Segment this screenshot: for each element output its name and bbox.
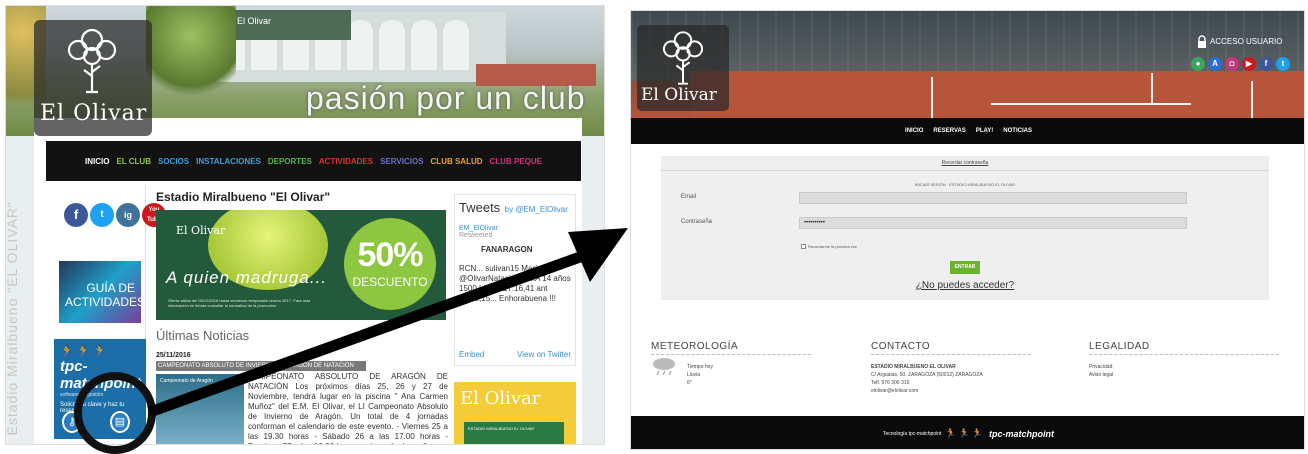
legal-heading: LEGALIDAD — [1089, 341, 1279, 355]
court-line — [1251, 81, 1253, 118]
clay-court-graphic — [691, 71, 1304, 118]
remember-me-label: Recordarme la próxima vez — [808, 244, 857, 249]
legal-links: Privacidad Aviso legal — [1089, 363, 1279, 379]
social-icons: ● A ◘ ▶ f t — [1191, 57, 1290, 71]
court-line — [991, 103, 1191, 105]
footer-brand: tpc-matchpoint — [989, 428, 1054, 439]
contact-line: C/ Argualas, 50. ZARAGOZA (50012) ZARAGO… — [871, 372, 983, 378]
lock-icon — [1198, 35, 1206, 48]
court-line — [1151, 73, 1153, 103]
remember-password-link[interactable]: Recordar contraseña — [661, 160, 1269, 166]
weather-line: Lluvia — [687, 372, 701, 378]
logo-text: El Olivar — [641, 85, 717, 105]
contact-line: Telf. 976 306 316 — [871, 380, 910, 386]
nav-item-noticias[interactable]: NOTICIAS — [1003, 128, 1032, 134]
tree-logo-icon — [662, 31, 704, 85]
legal-notice-link[interactable]: Aviso legal — [1089, 371, 1279, 379]
weather-column: METEOROLOGÍA Tiempo hoy Lluvia 6° — [651, 341, 811, 387]
contact-text: ESTADIO MIRALBUENO EL OLIVAR C/ Argualas… — [871, 363, 1031, 395]
contact-column: CONTACTO ESTADIO MIRALBUENO EL OLIVAR C/… — [871, 341, 1031, 395]
rain-cloud-icon — [653, 358, 675, 375]
page-footer: Tecnología tpc-matchpoint 🏃🏃🏃 tpc-matchp… — [631, 416, 1304, 449]
weather-heading: METEOROLOGÍA — [651, 341, 811, 355]
weather-line: 6° — [687, 380, 692, 386]
footer-tech-text: Tecnología tpc-matchpoint — [883, 430, 942, 437]
cant-access-link[interactable]: ¿No puedes acceder? — [661, 280, 1269, 291]
weather-line: Tiempo hoy — [687, 364, 713, 370]
instagram-icon[interactable]: ◘ — [1225, 57, 1239, 71]
contact-email[interactable]: elolivar@elolivar.com — [871, 387, 1031, 395]
login-button[interactable]: ENTRAR — [950, 261, 980, 274]
checkbox-box[interactable] — [801, 244, 806, 249]
app-icon[interactable]: A — [1208, 57, 1222, 71]
youtube-icon[interactable]: ▶ — [1242, 57, 1256, 71]
email-field[interactable] — [799, 192, 1187, 204]
nav-item-play[interactable]: PLAY! — [976, 128, 993, 134]
password-field[interactable]: •••••••••• — [799, 217, 1187, 229]
club-logo[interactable]: El Olivar — [637, 25, 729, 111]
contact-line: ESTADIO MIRALBUENO EL OLIVAR — [871, 364, 956, 370]
legal-column: LEGALIDAD Privacidad Aviso legal — [1089, 341, 1279, 379]
nav-item-reservas[interactable]: RESERVAS — [933, 128, 965, 134]
contact-heading: CONTACTO — [871, 341, 1031, 355]
court-line — [931, 77, 933, 118]
divider — [661, 170, 1269, 171]
remember-me-checkbox[interactable]: Recordarme la próxima vez — [801, 244, 857, 249]
privacy-link[interactable]: Privacidad — [1089, 363, 1279, 371]
nav-item-inicio[interactable]: INICIO — [905, 128, 923, 134]
email-label: Email — [681, 194, 697, 200]
login-form: Recordar contraseña INICIAR SESIÓN · EST… — [661, 156, 1269, 300]
login-breadcrumb: INICIAR SESIÓN · ESTADIO MIRALBUENO EL O… — [914, 182, 1016, 187]
password-label: Contraseña — [681, 219, 713, 225]
weather-text: Tiempo hoy Lluvia 6° — [687, 363, 811, 387]
main-nav: INICIO RESERVAS PLAY! NOTICIAS — [631, 118, 1304, 144]
composite-screenshot: El Olivar pasión por un club El Olivar I… — [0, 0, 1308, 454]
user-access-link[interactable]: ACCESO USUARIO — [1197, 35, 1282, 48]
twitter-icon[interactable]: t — [1276, 57, 1290, 71]
facebook-icon[interactable]: f — [1259, 57, 1273, 71]
maps-icon[interactable]: ● — [1191, 57, 1205, 71]
login-screenshot: El Olivar ACCESO USUARIO ● A ◘ ▶ f t INI… — [630, 10, 1305, 450]
access-label: ACCESO USUARIO — [1210, 37, 1283, 46]
sport-figures-icon: 🏃🏃🏃 — [945, 428, 985, 438]
